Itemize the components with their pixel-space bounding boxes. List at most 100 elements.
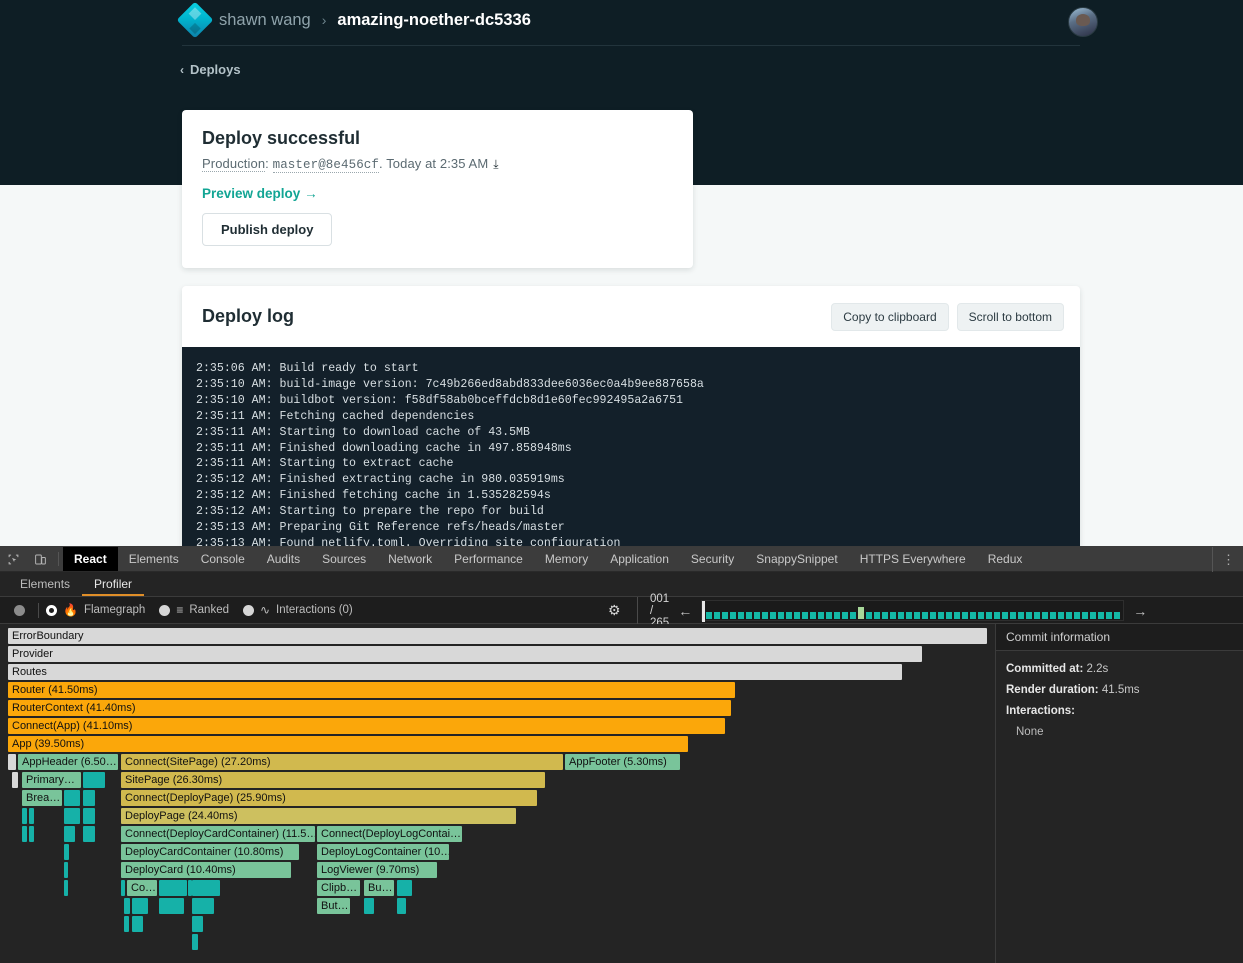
devtools-more-icon[interactable]: ⋮	[1212, 547, 1235, 572]
inspect-element-icon[interactable]	[0, 547, 27, 571]
flamegraph-bar[interactable]: Co…	[127, 880, 157, 896]
snapshot-bar[interactable]	[858, 607, 864, 619]
flamegraph-bar[interactable]: Routes	[8, 664, 902, 680]
gear-icon[interactable]: ⚙	[608, 602, 621, 619]
flamegraph-bar[interactable]: But…	[317, 898, 350, 914]
flamegraph-bar-unlabeled[interactable]	[192, 916, 203, 932]
snapshot-bar[interactable]	[1034, 612, 1040, 619]
flamegraph-bar-unlabeled[interactable]	[124, 898, 130, 914]
snapshot-bar[interactable]	[914, 612, 920, 619]
flamegraph-bar-unlabeled[interactable]	[132, 898, 148, 914]
snapshot-bar[interactable]	[922, 612, 928, 619]
flamegraph-bar[interactable]: Connect(DeployCardContainer) (11.5…	[121, 826, 315, 842]
profiler-mode-ranked[interactable]: ≡Ranked	[159, 603, 229, 617]
previous-snapshot-icon[interactable]: ←	[678, 603, 692, 619]
flamegraph-bar-unlabeled[interactable]	[159, 880, 187, 896]
snapshot-bar[interactable]	[882, 612, 888, 619]
react-subtab-elements[interactable]: Elements	[8, 572, 82, 596]
snapshot-bar-chart[interactable]	[701, 600, 1124, 621]
flamegraph-bar[interactable]: DeployCardContainer (10.80ms)	[121, 844, 299, 860]
snapshot-bar[interactable]	[706, 612, 712, 619]
snapshot-bar[interactable]	[802, 612, 808, 619]
flamegraph-bar[interactable]: Bu…	[364, 880, 394, 896]
flamegraph-bar[interactable]: DeployLogContainer (10…	[317, 844, 449, 860]
devtools-tab-network[interactable]: Network	[377, 547, 443, 571]
publish-deploy-button[interactable]: Publish deploy	[202, 213, 332, 246]
breadcrumb-site-name[interactable]: amazing-noether-dc5336	[337, 11, 530, 30]
snapshot-bar[interactable]	[1074, 612, 1080, 619]
back-to-deploys-link[interactable]: ‹ Deploys	[180, 62, 241, 77]
snapshot-bar[interactable]	[1026, 612, 1032, 619]
devtools-tab-elements[interactable]: Elements	[118, 547, 190, 571]
snapshot-bar[interactable]	[778, 612, 784, 619]
snapshot-bar[interactable]	[986, 612, 992, 619]
snapshot-bar[interactable]	[1098, 612, 1104, 619]
radio-icon[interactable]	[46, 605, 57, 616]
snapshot-bar[interactable]	[818, 612, 824, 619]
flamegraph-bar-unlabeled[interactable]	[22, 826, 27, 842]
snapshot-bar[interactable]	[834, 612, 840, 619]
snapshot-bar[interactable]	[714, 612, 720, 619]
snapshot-bar[interactable]	[786, 612, 792, 619]
devtools-tab-sources[interactable]: Sources	[311, 547, 377, 571]
snapshot-bar[interactable]	[730, 612, 736, 619]
snapshot-bar[interactable]	[994, 612, 1000, 619]
flamegraph-bar-unlabeled[interactable]	[29, 826, 34, 842]
flamegraph-bar-unlabeled[interactable]	[121, 880, 125, 896]
snapshot-bar[interactable]	[930, 612, 936, 619]
snapshot-bar[interactable]	[1050, 612, 1056, 619]
snapshot-bar[interactable]	[1106, 612, 1112, 619]
flamegraph-bar[interactable]: AppFooter (5.30ms)	[565, 754, 680, 770]
flamegraph-bar[interactable]: AppHeader (6.50…	[18, 754, 118, 770]
flamegraph-bar[interactable]: RouterContext (41.40ms)	[8, 700, 731, 716]
snapshot-bar[interactable]	[1090, 612, 1096, 619]
breadcrumb-owner[interactable]: shawn wang	[219, 11, 311, 30]
copy-to-clipboard-button[interactable]: Copy to clipboard	[831, 303, 948, 331]
flamegraph-bar-unlabeled[interactable]	[132, 916, 143, 932]
snapshot-bar[interactable]	[770, 612, 776, 619]
flamegraph-bar-unlabeled[interactable]	[8, 754, 16, 770]
deploy-log-output[interactable]: 2:35:06 AM: Build ready to start2:35:10 …	[182, 347, 1080, 552]
deploy-branch-commit[interactable]: master@8e456cf	[273, 158, 379, 173]
flamegraph-bar-unlabeled[interactable]	[159, 898, 184, 914]
flamegraph-bar[interactable]: Connect(App) (41.10ms)	[8, 718, 725, 734]
flamegraph-bar[interactable]: DeployPage (24.40ms)	[121, 808, 516, 824]
flamegraph-bar-unlabeled[interactable]	[83, 808, 95, 824]
profiler-mode-flamegraph[interactable]: 🔥Flamegraph	[46, 603, 145, 617]
flamegraph-bar[interactable]: Connect(DeployLogContai…	[317, 826, 462, 842]
snapshot-bar[interactable]	[1042, 612, 1048, 619]
flamegraph-bar[interactable]: App (39.50ms)	[8, 736, 688, 752]
deploy-context-label[interactable]: Production	[202, 156, 265, 172]
next-snapshot-icon[interactable]: →	[1133, 603, 1147, 619]
snapshot-bar[interactable]	[1058, 612, 1064, 619]
radio-icon[interactable]	[159, 605, 170, 616]
flamegraph-bar[interactable]: DeployCard (10.40ms)	[121, 862, 291, 878]
flamegraph-bar-unlabeled[interactable]	[29, 808, 34, 824]
devtools-tab-react[interactable]: React	[63, 547, 118, 571]
flamegraph-bar-unlabeled[interactable]	[64, 880, 68, 896]
record-button-icon[interactable]	[14, 605, 25, 616]
flamegraph-bar-unlabeled[interactable]	[397, 898, 406, 914]
flamegraph-bar-unlabeled[interactable]	[64, 826, 75, 842]
avatar[interactable]	[1068, 7, 1098, 37]
netlify-logo-icon[interactable]	[177, 2, 214, 39]
snapshot-bar[interactable]	[946, 612, 952, 619]
flamegraph-bar[interactable]: Connect(SitePage) (27.20ms)	[121, 754, 563, 770]
flamegraph-bar-unlabeled[interactable]	[83, 826, 95, 842]
flamegraph-bar-unlabeled[interactable]	[64, 808, 80, 824]
flamegraph-bar-unlabeled[interactable]	[192, 934, 198, 950]
snapshot-bar[interactable]	[890, 612, 896, 619]
download-icon[interactable]: ⤓	[493, 157, 498, 172]
snapshot-bar[interactable]	[826, 612, 832, 619]
devtools-tab-snappysnippet[interactable]: SnappySnippet	[745, 547, 848, 571]
snapshot-bar[interactable]	[746, 612, 752, 619]
flamegraph-bar[interactable]: Clipb…	[317, 880, 360, 896]
flamegraph-bar[interactable]: Provider	[8, 646, 922, 662]
snapshot-bar[interactable]	[1066, 612, 1072, 619]
flamegraph-bar-unlabeled[interactable]	[83, 790, 95, 806]
devtools-tab-security[interactable]: Security	[680, 547, 745, 571]
flamegraph-bar[interactable]: Connect(DeployPage) (25.90ms)	[121, 790, 537, 806]
snapshot-bar[interactable]	[866, 612, 872, 619]
snapshot-bar[interactable]	[1114, 612, 1120, 619]
devtools-tab-application[interactable]: Application	[599, 547, 680, 571]
